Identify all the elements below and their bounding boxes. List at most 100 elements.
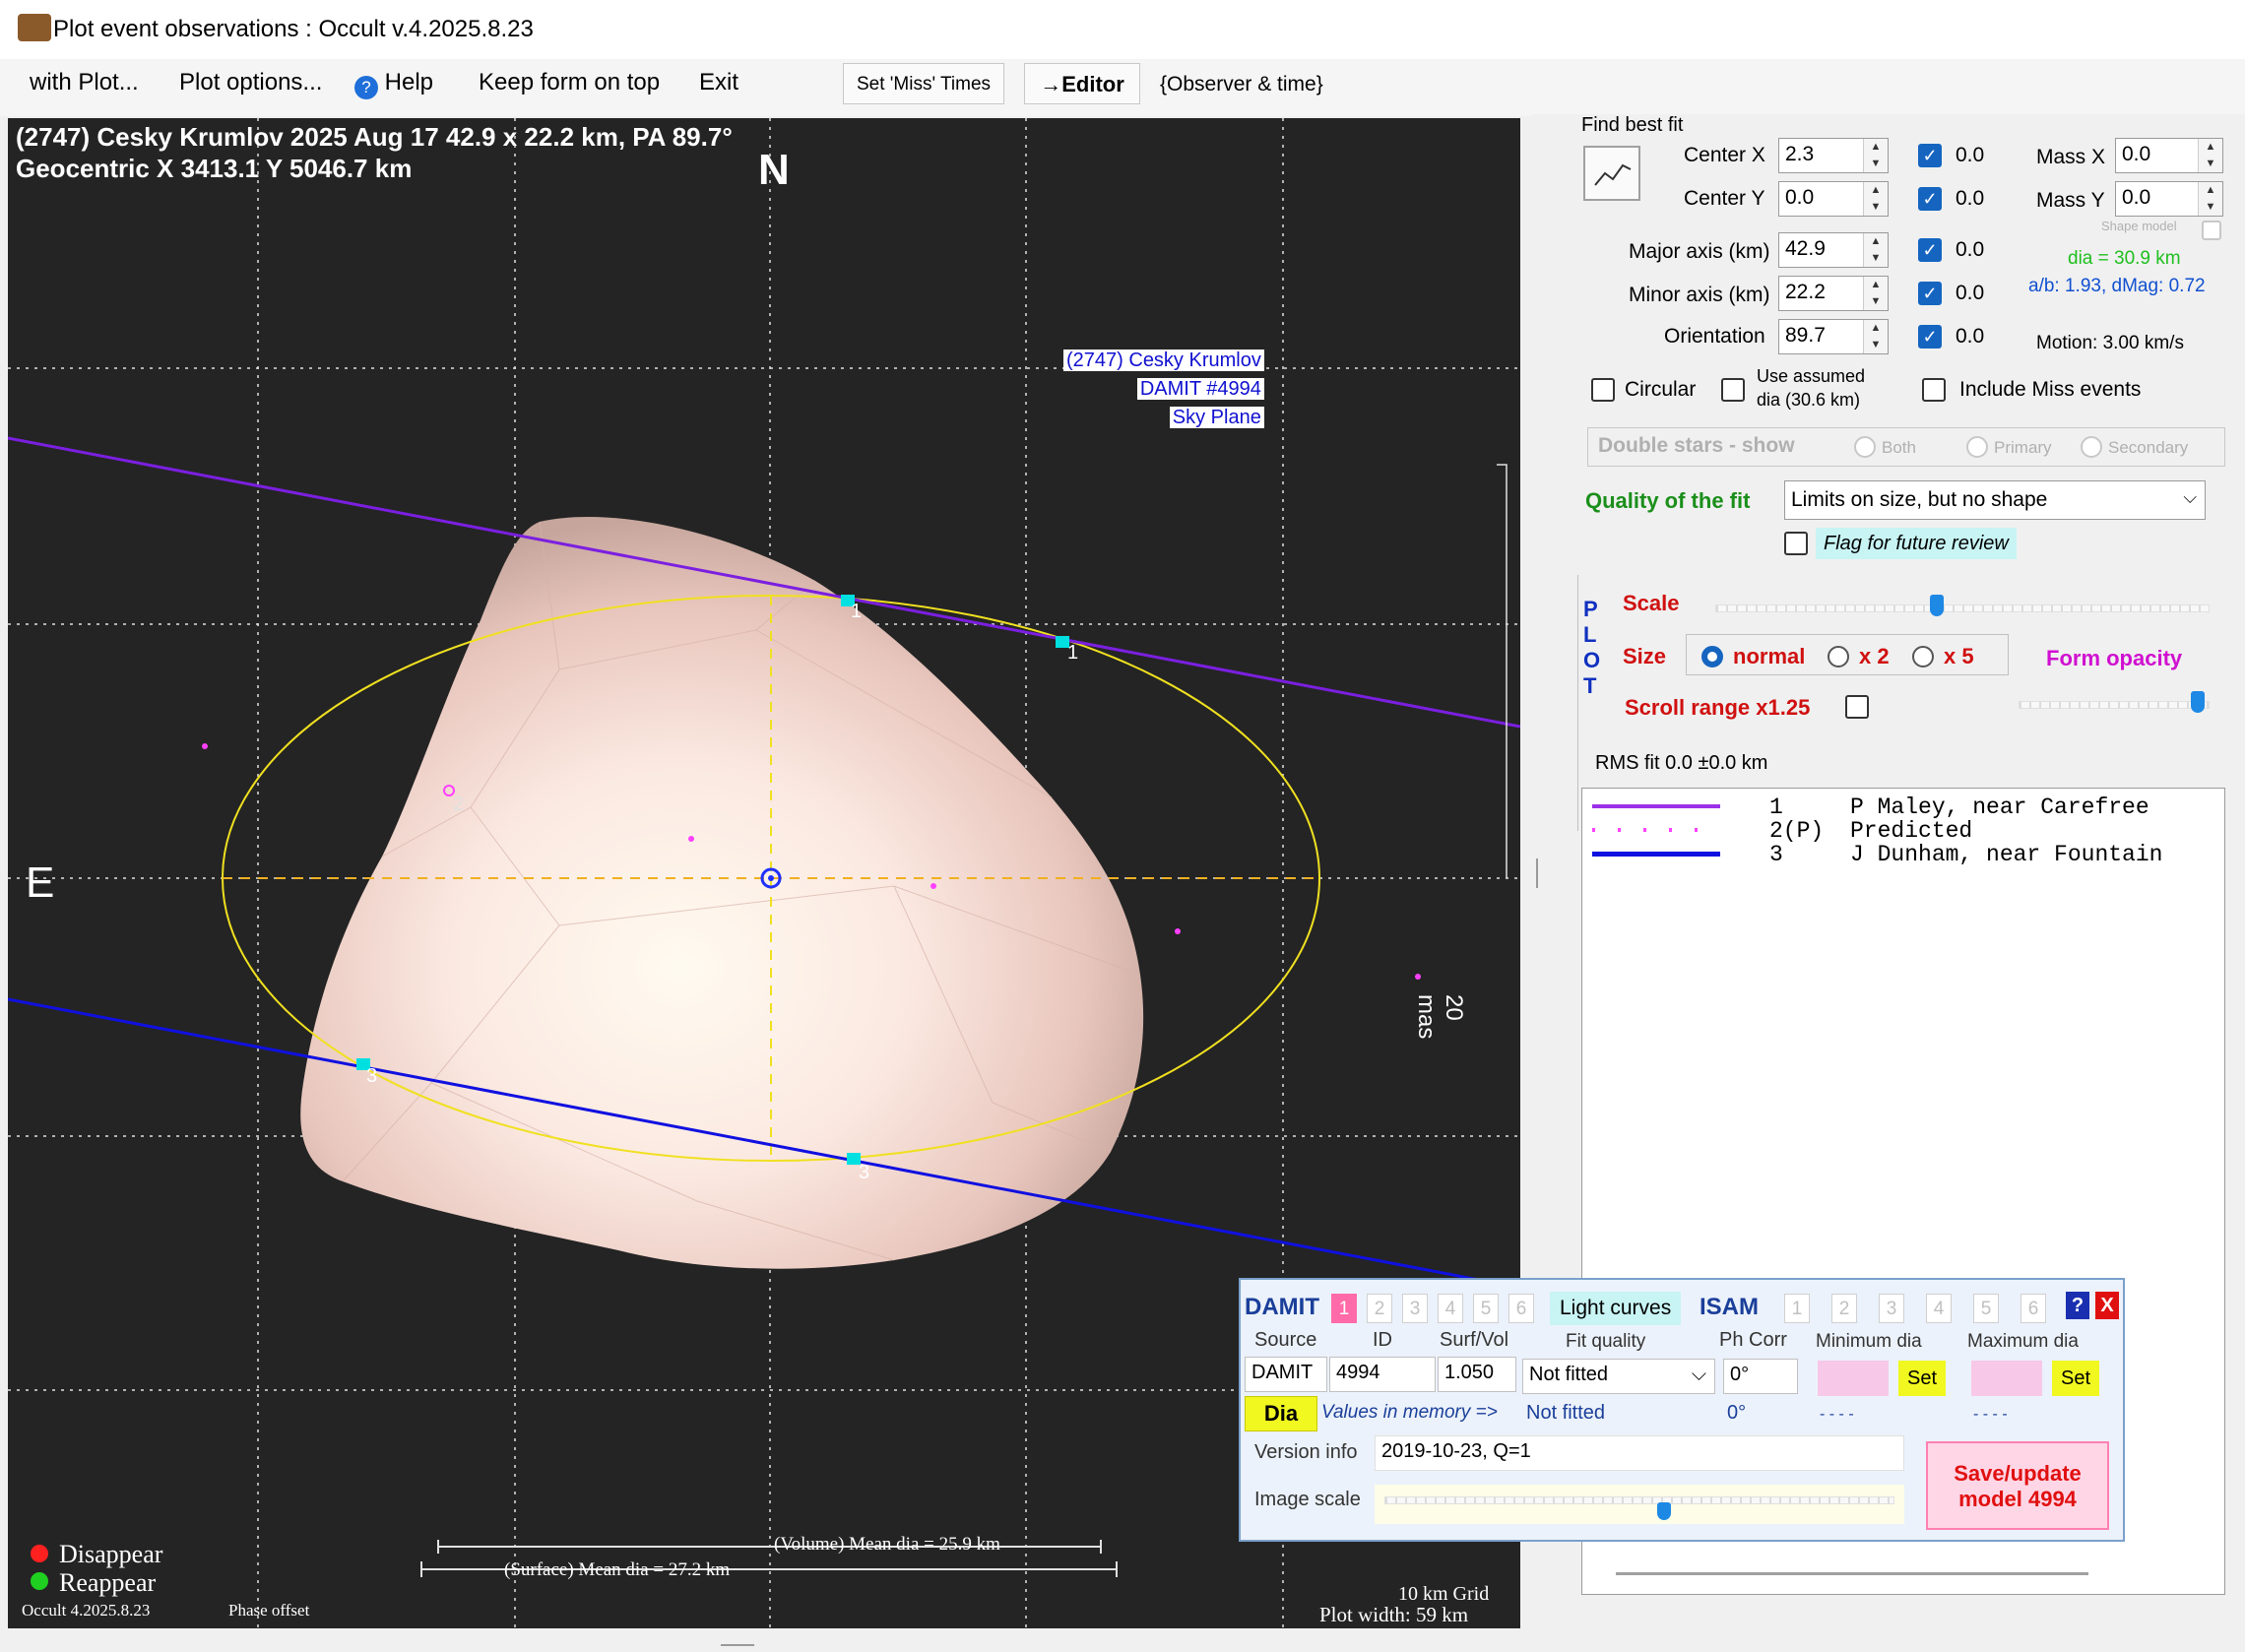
bottom-splitter-handle[interactable] [721,1644,754,1646]
isam-tab-2[interactable]: 2 [1831,1294,1857,1323]
phase-offset-label: Phase offset [228,1601,310,1620]
model-label-name: (2747) Cesky Krumlov [1063,349,1264,371]
values-in-memory-label: Values in memory => [1321,1402,1498,1423]
secondary-label: Secondary [2108,438,2189,457]
size-normal-radio[interactable] [1701,646,1723,667]
observer-time-link[interactable]: {Observer & time} [1160,73,1323,96]
max-dia-set-button[interactable]: Set [2052,1361,2099,1396]
ph-corr-header: Ph Corr [1719,1329,1787,1351]
menu-help[interactable]: ? Help [354,69,433,99]
shape-model-checkbox[interactable] [2202,221,2221,240]
orientation-checkbox[interactable]: ✓ [1918,325,1942,349]
save-update-model-button[interactable]: Save/update model 4994 [1926,1441,2109,1530]
damit-tab-3[interactable]: 3 [1402,1294,1428,1323]
chord-label-3a: 3 [366,1065,378,1087]
damit-tab-6[interactable]: 6 [1508,1294,1534,1323]
version-label: Occult 4.2025.8.23 [22,1601,151,1620]
scale-slider-thumb[interactable] [1930,595,1944,616]
isam-tab-5[interactable]: 5 [1973,1294,1999,1323]
mass-y-input[interactable]: 0.0 ▲ ▼ [2115,181,2223,217]
damit-tab-1[interactable]: 1 [1331,1294,1357,1323]
include-miss-checkbox[interactable] [1922,378,1946,402]
find-best-fit-label: Find best fit [1581,114,1684,136]
reappear-dot [31,1572,48,1590]
isam-tab-4[interactable]: 4 [1926,1294,1952,1323]
menu-plot-options[interactable]: Plot options... [179,69,322,96]
image-scale-slider-thumb[interactable] [1656,1502,1671,1520]
both-radio[interactable] [1854,436,1876,458]
isam-tab-1[interactable]: 1 [1784,1294,1810,1323]
center-x-input[interactable]: 2.3 ▲ ▼ [1778,138,1889,173]
observer-1-swatch [1592,804,1720,808]
size-x5-radio[interactable] [1912,646,1934,667]
minor-axis-checkbox[interactable]: ✓ [1918,282,1942,305]
size-normal-label: normal [1733,644,1806,668]
quality-label: Quality of the fit [1585,488,1751,513]
menu-keep-on-top[interactable]: Keep form on top [479,69,660,96]
opacity-slider[interactable] [2019,701,2210,709]
circular-checkbox[interactable] [1591,378,1615,402]
damit-tab-2[interactable]: 2 [1367,1294,1392,1323]
primary-label: Primary [1994,438,2052,457]
dia-button[interactable]: Dia [1245,1396,1317,1431]
surface-dia-label: (Surface) Mean dia = 27.2 km [504,1559,731,1580]
set-miss-times-button[interactable]: Set 'Miss' Times [843,63,1004,104]
flag-review-checkbox[interactable] [1784,532,1808,555]
version-info-field[interactable]: 2019-10-23, Q=1 [1375,1435,1904,1471]
menu-exit[interactable]: Exit [699,69,738,96]
major-axis-input[interactable]: 42.9 ▲ ▼ [1778,232,1889,268]
max-dia-field[interactable] [1971,1361,2042,1396]
center-x-checkbox[interactable]: ✓ [1918,144,1942,167]
legend-reappear: Reappear [59,1568,157,1597]
best-fit-button[interactable] [1583,146,1640,201]
dia-info: dia = 30.9 km [2068,248,2181,269]
volume-dia-label: (Volume) Mean dia = 25.9 km [774,1534,1000,1555]
secondary-radio[interactable] [2081,436,2102,458]
fit-quality-header: Fit quality [1566,1331,1646,1352]
ph-corr-cell[interactable]: 0° [1723,1359,1798,1394]
editor-button[interactable]: →Editor [1024,63,1140,104]
model-label-plane: Sky Plane [1169,407,1264,428]
quality-select[interactable]: Limits on size, but no shape ⌵ [1784,480,2206,520]
circular-label: Circular [1625,378,1697,401]
opacity-slider-thumb[interactable] [2191,691,2206,713]
damit-tab-5[interactable]: 5 [1473,1294,1499,1323]
scale-slider[interactable] [1715,604,2210,612]
orientation-label: Orientation [1664,325,1765,348]
isam-tab-6[interactable]: 6 [2020,1294,2046,1323]
fit-graph-icon [1594,163,1632,186]
image-scale-slider[interactable] [1384,1496,1894,1504]
damit-help-button[interactable]: ? [2066,1292,2089,1319]
scale-bar-label: 20 mas [1413,994,1467,1040]
major-axis-checkbox[interactable]: ✓ [1918,238,1942,262]
chord-label-1b: 1 [1067,642,1079,664]
model-label-box: (2747) Cesky Krumlov DAMIT #4994 Sky Pla… [1063,347,1264,432]
help-icon: ? [354,76,378,99]
light-curves-button[interactable]: Light curves [1550,1292,1682,1325]
chevron-down-icon: ⌵ [2183,487,2197,507]
center-y-input[interactable]: 0.0 ▲ ▼ [1778,181,1889,217]
minor-axis-uncert: 0.0 [1956,282,1985,304]
splitter-handle[interactable] [1536,858,1538,888]
min-dia-set-button[interactable]: Set [1898,1361,1946,1396]
fit-quality-select[interactable]: Not fitted ⌵ [1522,1359,1715,1394]
center-y-checkbox[interactable]: ✓ [1918,187,1942,211]
damit-tab-4[interactable]: 4 [1438,1294,1463,1323]
center-y-uncert: 0.0 [1956,187,1985,210]
menu-with-plot[interactable]: with Plot... [30,69,139,96]
size-x2-radio[interactable] [1828,646,1849,667]
window-title: Plot event observations : Occult v.4.202… [53,16,534,42]
isam-tab-3[interactable]: 3 [1879,1294,1904,1323]
major-axis-label: Major axis (km) [1629,240,1770,263]
damit-close-button[interactable]: X [2095,1292,2119,1319]
use-assumed-checkbox[interactable] [1721,378,1745,402]
min-dia-field[interactable] [1818,1361,1889,1396]
scroll-range-checkbox[interactable] [1845,695,1869,719]
model-label-damit: DAMIT #4994 [1136,378,1264,400]
center-x-uncert: 0.0 [1956,144,1985,166]
orientation-input[interactable]: 89.7 ▲ ▼ [1778,319,1889,354]
primary-radio[interactable] [1966,436,1988,458]
minor-axis-input[interactable]: 22.2 ▲ ▼ [1778,276,1889,311]
mass-x-input[interactable]: 0.0 ▲ ▼ [2115,138,2223,173]
app-logo-icon [18,14,51,41]
